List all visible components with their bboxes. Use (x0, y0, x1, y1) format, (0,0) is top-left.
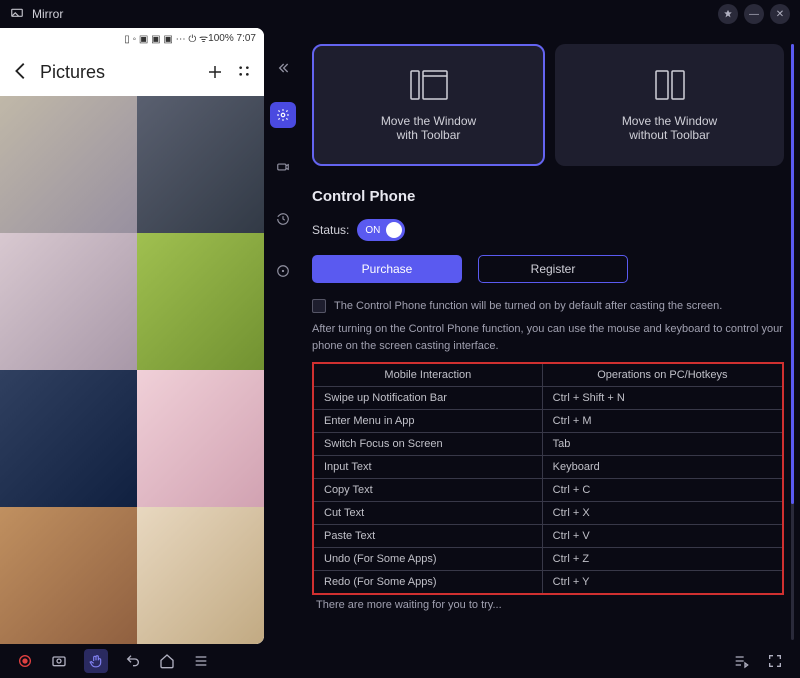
window-card-without-toolbar[interactable]: Move the Window without Toolbar (555, 44, 784, 166)
table-cell: Copy Text (313, 479, 542, 502)
card-label: without Toolbar (629, 128, 710, 142)
phone-page-header: Pictures (0, 48, 264, 96)
table-cell: Cut Text (313, 502, 542, 525)
photo-thumb[interactable] (137, 370, 264, 507)
camera-icon[interactable] (270, 154, 296, 180)
bottom-toolbar (0, 644, 800, 678)
photo-thumb[interactable] (137, 233, 264, 370)
default-checkbox[interactable] (312, 299, 326, 313)
status-row: Status: ON (312, 219, 784, 241)
table-cell: Swipe up Notification Bar (313, 387, 542, 410)
table-cell: Enter Menu in App (313, 410, 542, 433)
table-cell: Redo (For Some Apps) (313, 571, 542, 595)
settings-icon[interactable] (270, 102, 296, 128)
screenshot-icon[interactable] (50, 652, 68, 670)
settings-panel: Move the Window with Toolbar Move the Wi… (302, 28, 800, 644)
main-area: ▯ ◦ ▣ ▣ ▣ ⋯ ⏻ ᯤ 100% 7:07 Pictures (0, 28, 800, 644)
table-cell: Ctrl + Y (542, 571, 783, 595)
page-title: Pictures (40, 62, 105, 83)
table-row: Cut TextCtrl + X (313, 502, 783, 525)
photo-thumb[interactable] (137, 507, 264, 644)
window-card-with-toolbar[interactable]: Move the Window with Toolbar (312, 44, 545, 166)
table-row: Paste TextCtrl + V (313, 525, 783, 548)
fullscreen-icon[interactable] (766, 652, 784, 670)
home-icon[interactable] (158, 652, 176, 670)
table-cell: Ctrl + V (542, 525, 783, 548)
table-cell: Switch Focus on Screen (313, 433, 542, 456)
hotkey-table: Mobile Interaction Operations on PC/Hotk… (312, 362, 784, 595)
table-cell: Ctrl + X (542, 502, 783, 525)
table-row: Swipe up Notification BarCtrl + Shift + … (313, 387, 783, 410)
minimize-button[interactable]: — (744, 4, 764, 24)
side-toolbar (264, 28, 302, 644)
card-label: Move the Window (381, 114, 476, 128)
add-icon[interactable] (206, 63, 224, 81)
table-row: Redo (For Some Apps)Ctrl + Y (313, 571, 783, 595)
table-header: Mobile Interaction (313, 363, 542, 387)
purchase-button[interactable]: Purchase (312, 255, 462, 283)
touch-icon[interactable] (84, 649, 108, 673)
toggle-knob (386, 222, 402, 238)
table-cell: Undo (For Some Apps) (313, 548, 542, 571)
card-label: with Toolbar (397, 128, 461, 142)
playlist-icon[interactable] (732, 652, 750, 670)
more-icon[interactable] (270, 258, 296, 284)
register-button[interactable]: Register (478, 255, 628, 283)
table-cell: Tab (542, 433, 783, 456)
table-cell: Ctrl + Z (542, 548, 783, 571)
table-cell: Ctrl + M (542, 410, 783, 433)
phone-mirror-panel: ▯ ◦ ▣ ▣ ▣ ⋯ ⏻ ᯤ 100% 7:07 Pictures (0, 28, 264, 644)
collapse-icon[interactable] (275, 60, 291, 76)
back-icon[interactable] (10, 60, 34, 84)
table-cell: Input Text (313, 456, 542, 479)
more-text: There are more waiting for you to try... (312, 599, 784, 611)
menu-icon[interactable] (192, 652, 210, 670)
default-checkbox-row: The Control Phone function will be turne… (312, 299, 784, 313)
grid-icon[interactable] (236, 63, 254, 81)
table-cell: Ctrl + Shift + N (542, 387, 783, 410)
button-row: Purchase Register (312, 255, 784, 283)
table-cell: Paste Text (313, 525, 542, 548)
table-row: Enter Menu in AppCtrl + M (313, 410, 783, 433)
titlebar: Mirror — ✕ (0, 0, 800, 28)
description-text: After turning on the Control Phone funct… (312, 321, 784, 354)
status-icons: ▯ ◦ ▣ ▣ ▣ ⋯ ⏻ ᯤ (124, 31, 208, 45)
checkbox-label: The Control Phone function will be turne… (334, 300, 722, 312)
window-toolbar-icon (405, 69, 453, 104)
table-cell: Keyboard (542, 456, 783, 479)
section-title: Control Phone (312, 188, 784, 205)
photo-gallery (0, 96, 264, 644)
scrollbar[interactable] (791, 44, 794, 640)
status-toggle[interactable]: ON (357, 219, 405, 241)
card-label: Move the Window (622, 114, 717, 128)
pin-button[interactable] (718, 4, 738, 24)
table-row: Switch Focus on ScreenTab (313, 433, 783, 456)
status-label: Status: (312, 223, 349, 237)
toggle-on-label: ON (365, 225, 380, 236)
app-icon (10, 7, 24, 21)
table-header: Operations on PC/Hotkeys (542, 363, 783, 387)
window-plain-icon (646, 69, 694, 104)
photo-thumb[interactable] (0, 370, 137, 507)
photo-thumb[interactable] (0, 507, 137, 644)
close-button[interactable]: ✕ (770, 4, 790, 24)
battery-time: 100% 7:07 (208, 33, 256, 44)
table-row: Undo (For Some Apps)Ctrl + Z (313, 548, 783, 571)
table-row: Copy TextCtrl + C (313, 479, 783, 502)
table-row: Input TextKeyboard (313, 456, 783, 479)
app-title: Mirror (32, 7, 63, 21)
window-mode-cards: Move the Window with Toolbar Move the Wi… (312, 44, 784, 166)
photo-thumb[interactable] (137, 96, 264, 233)
undo-icon[interactable] (124, 652, 142, 670)
photo-thumb[interactable] (0, 233, 137, 370)
photo-thumb[interactable] (0, 96, 137, 233)
history-icon[interactable] (270, 206, 296, 232)
phone-status-bar: ▯ ◦ ▣ ▣ ▣ ⋯ ⏻ ᯤ 100% 7:07 (0, 28, 264, 48)
record-icon[interactable] (16, 652, 34, 670)
table-cell: Ctrl + C (542, 479, 783, 502)
